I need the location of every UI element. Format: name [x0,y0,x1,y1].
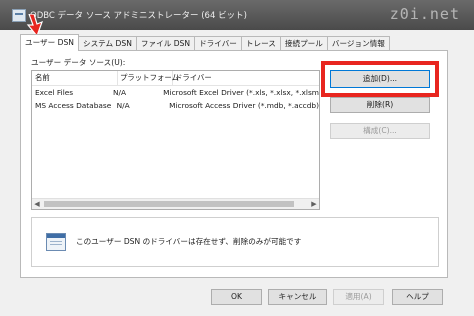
column-header-platform[interactable]: プラットフォーム [118,71,179,85]
red-arrow-icon [26,14,44,36]
tab-file-dsn[interactable]: ファイル DSN [135,36,196,51]
column-header-driver[interactable]: ドライバー [173,71,319,85]
driver-info-text: このユーザー DSN のドライバーは存在せず、削除のみが可能です [76,237,302,246]
odbc-datasource-icon [46,233,66,251]
window-title: ODBC データ ソース アドミニストレーター (64 ビット) [30,11,247,21]
remove-button[interactable]: 削除(R) [330,97,430,113]
apply-button[interactable]: 適用(A) [333,289,384,305]
row-name: MS Access Database [35,101,112,110]
list-header: 名前 プラットフォーム ドライバー [32,71,319,86]
list-row[interactable]: Excel Files N/A Microsoft Excel Driver (… [32,86,319,99]
add-button-highlight [321,61,439,97]
user-data-sources-label: ユーザー データ ソース(U): [31,58,126,67]
window-app-icon [12,9,26,22]
title-bar: ODBC データ ソース アドミニストレーター (64 ビット) z0i.net [0,0,474,30]
ok-button[interactable]: OK [211,289,262,305]
odbc-admin-window: ODBC データ ソース アドミニストレーター (64 ビット) z0i.net… [0,0,474,316]
watermark: z0i.net [389,5,460,23]
scrollbar-thumb[interactable] [44,201,294,207]
row-platform: N/A [112,88,127,97]
dialog-button-bar: OK キャンセル 適用(A) ヘルプ [0,282,474,316]
tab-drivers[interactable]: ドライバー [194,36,242,51]
data-source-list[interactable]: 名前 プラットフォーム ドライバー Excel Files N/A Micros… [31,70,320,210]
scroll-left-icon[interactable]: ◀ [32,199,42,209]
driver-info-box: このユーザー DSN のドライバーは存在せず、削除のみが可能です [31,217,439,267]
help-button[interactable]: ヘルプ [392,289,443,305]
column-header-name[interactable]: 名前 [32,71,118,85]
row-driver: Microsoft Access Driver (*.mdb, *.accdb) [169,101,319,110]
row-name: Excel Files [35,88,74,97]
tab-strip: ユーザー DSN システム DSN ファイル DSN ドライバー トレース 接続… [20,34,390,51]
horizontal-scrollbar[interactable]: ◀ ▶ [32,198,319,209]
list-row[interactable]: MS Access Database N/A Microsoft Access … [32,99,319,112]
configure-button[interactable]: 構成(C)... [330,123,430,139]
tab-user-dsn[interactable]: ユーザー DSN [20,34,79,51]
tab-about[interactable]: バージョン情報 [326,36,390,51]
row-platform: N/A [116,101,130,110]
tab-connection-pooling[interactable]: 接続プール [279,36,328,51]
tab-system-dsn[interactable]: システム DSN [78,36,137,51]
cancel-button[interactable]: キャンセル [268,289,327,305]
row-driver: Microsoft Excel Driver (*.xls, *.xlsx, *… [163,88,319,97]
scroll-right-icon[interactable]: ▶ [309,199,319,209]
tab-tracing[interactable]: トレース [240,36,281,51]
